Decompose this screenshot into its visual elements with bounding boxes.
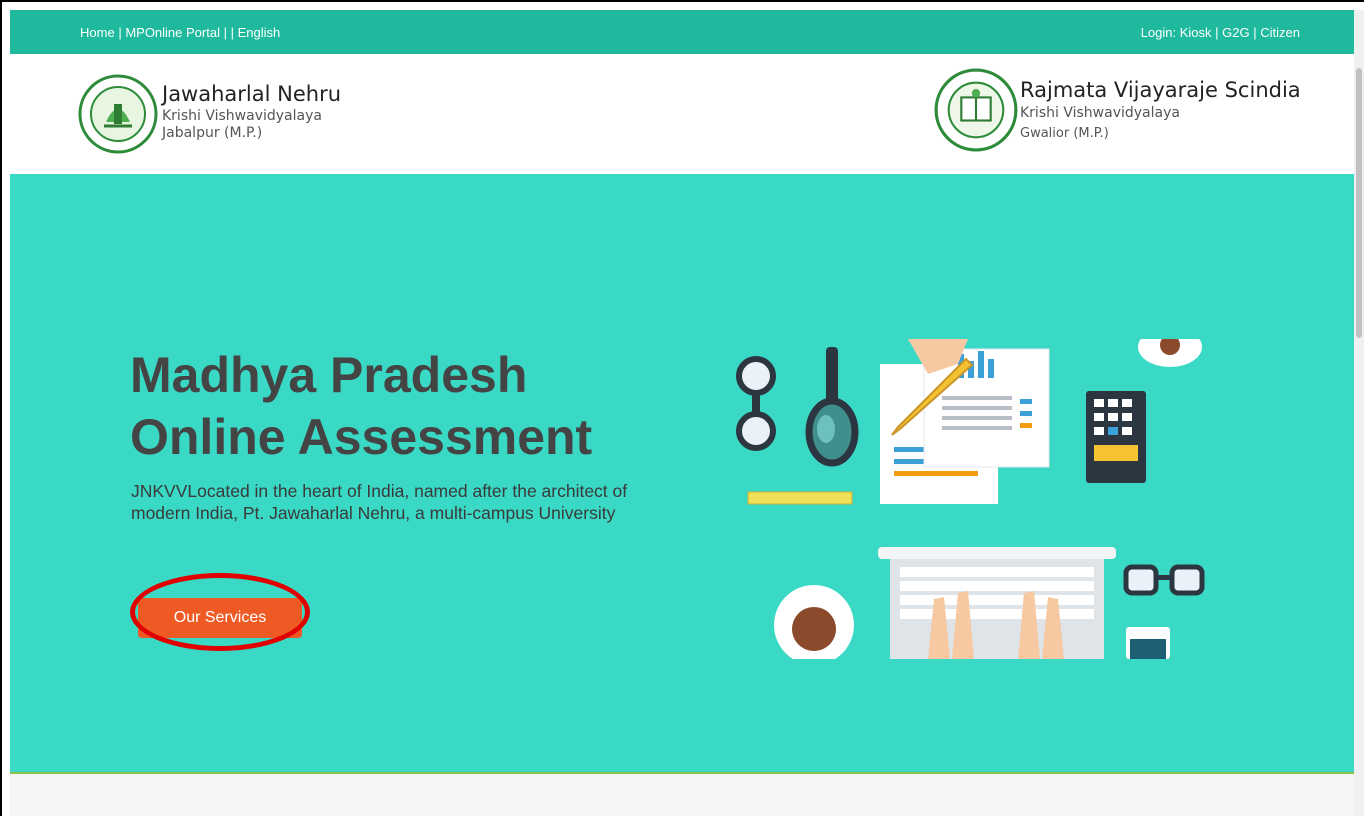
magnifier-icon: [805, 347, 859, 467]
login-nav: Login: Kiosk | G2G | Citizen: [1141, 25, 1300, 40]
our-services-button[interactable]: Our Services: [138, 598, 302, 638]
hero-description-line1: JNKVVLocated in the heart of India, name…: [131, 481, 628, 501]
university-header: Jawaharlal Nehru Krishi Vishwavidyalaya …: [10, 54, 1354, 174]
scrollbar[interactable]: [1354, 10, 1364, 816]
top-bar: Home | MPOnline Portal | | English Login…: [10, 10, 1354, 54]
rvskvv-location: Gwalior (M.P.): [1020, 126, 1109, 141]
hero-title-line2: Online Assessment: [130, 409, 593, 465]
language-link[interactable]: English: [238, 25, 281, 40]
jnkvv-logo[interactable]: [78, 74, 158, 154]
phone-icon: [1126, 627, 1170, 659]
content-section: [10, 772, 1354, 816]
login-g2g-link[interactable]: G2G: [1222, 25, 1249, 40]
jnkvv-subtitle: Krishi Vishwavidyalaya: [162, 108, 322, 124]
ruler-icon: [747, 491, 853, 505]
hero-title-line1: Madhya Pradesh: [130, 347, 528, 403]
scrollbar-thumb[interactable]: [1356, 68, 1362, 338]
hero-description: JNKVVLocated in the heart of India, name…: [131, 480, 671, 524]
rvskvv-subtitle: Krishi Vishwavidyalaya: [1020, 105, 1180, 121]
hero-description-line2: modern India, Pt. Jawaharlal Nehru, a mu…: [131, 503, 616, 523]
jnkvv-location: Jabalpur (M.P.): [162, 125, 263, 141]
login-label: Login:: [1140, 25, 1177, 40]
jnkvv-seal-icon: [78, 74, 158, 154]
top-nav-left: Home | MPOnline Portal | | English: [80, 25, 280, 40]
hero-section: Madhya Pradesh Online Assessment JNKVVLo…: [10, 174, 1354, 772]
mponline-portal-link[interactable]: MPOnline Portal: [125, 25, 220, 40]
glasses-icon: [736, 356, 776, 451]
cup-icon: [1138, 339, 1202, 367]
coffee-cup-icon: [774, 585, 854, 659]
spectacles-icon: [1123, 564, 1205, 596]
calculator-icon: [1086, 391, 1146, 483]
hero-title: Madhya Pradesh Online Assessment: [130, 344, 592, 468]
laptop-icon: [878, 547, 1116, 659]
jnkvv-title: Jawaharlal Nehru: [162, 82, 342, 106]
login-kiosk-link[interactable]: Kiosk: [1180, 25, 1212, 40]
rvskvv-seal-icon: [934, 68, 1018, 152]
home-link[interactable]: Home: [80, 25, 115, 40]
rvskvv-title: Rajmata Vijayaraje Scindia: [1020, 78, 1301, 102]
rvskvv-logo[interactable]: [934, 68, 1018, 152]
login-citizen-link[interactable]: Citizen: [1260, 25, 1300, 40]
separator: | |: [223, 25, 238, 40]
workspace-illustration: [736, 339, 1205, 659]
